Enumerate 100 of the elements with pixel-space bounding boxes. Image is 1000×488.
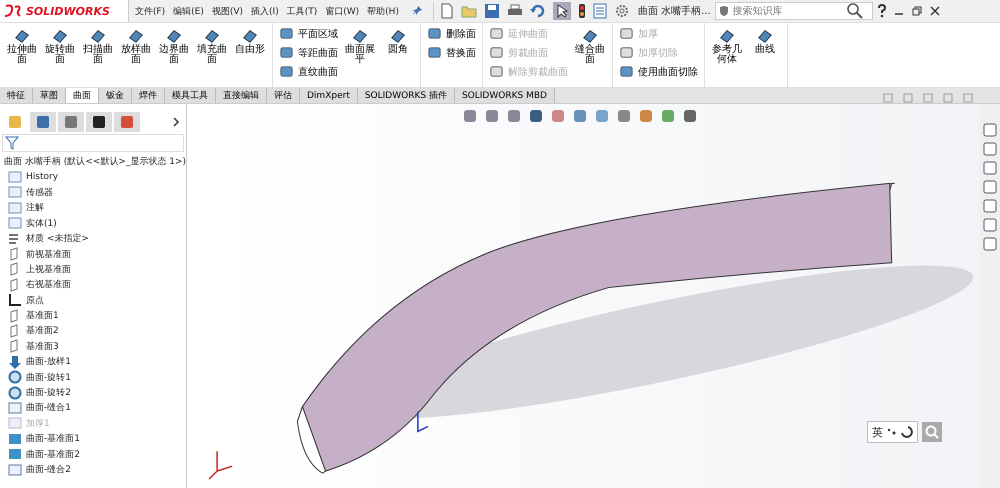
menu-item[interactable]: 插入(I) — [249, 4, 281, 18]
tree-item[interactable]: 曲面-旋转1 — [0, 369, 186, 385]
surface-icon — [350, 27, 370, 45]
undo-icon[interactable] — [530, 3, 546, 19]
tree-item[interactable]: 上视基准面 — [0, 262, 186, 278]
tree-item[interactable]: 曲面 水嘴手柄 (默认<<默认>_显示状态 1>) — [0, 154, 186, 170]
traffic-light-icon[interactable] — [578, 3, 586, 19]
tree-item[interactable]: 曲面-旋转2 — [0, 384, 186, 400]
ribbon-tab[interactable]: 草图 — [33, 88, 66, 103]
ribbon-button[interactable]: 替换面 — [425, 44, 478, 61]
ribbon-button[interactable]: 填充曲面 — [194, 25, 230, 67]
tree-item[interactable]: 前视基准面 — [0, 246, 186, 262]
ribbon-button[interactable]: 扫描曲面 — [80, 25, 116, 67]
tree-item[interactable]: 曲面-放样1 — [0, 354, 186, 370]
select-cursor-icon[interactable] — [552, 2, 571, 20]
origin-icon — [8, 293, 22, 308]
tree-item[interactable]: 曲面-基准面2 — [0, 446, 186, 462]
ribbon-tab[interactable]: 评估 — [267, 88, 300, 103]
menu-item[interactable]: 编辑(E) — [171, 4, 206, 18]
moon-icon[interactable] — [901, 426, 913, 438]
ribbon-button[interactable]: 等距曲面 — [277, 44, 340, 61]
punctuation-icon[interactable] — [886, 427, 898, 437]
ribbon-button[interactable]: 旋转曲面 — [42, 25, 78, 67]
tree-item[interactable]: 实体(1) — [0, 216, 186, 231]
ribbon-button[interactable]: 边界曲面 — [156, 25, 192, 67]
ribbon-button[interactable]: 曲线 — [747, 25, 783, 57]
surface-icon — [164, 27, 184, 45]
surface-icon — [489, 26, 504, 41]
tree-item[interactable]: 右视基准面 — [0, 277, 186, 293]
arrow-down-icon — [8, 354, 22, 369]
menu-item[interactable]: 工具(T) — [284, 4, 320, 18]
ribbon-button[interactable]: 平面区域 — [277, 25, 340, 42]
surface-icon — [388, 27, 408, 45]
filter-field[interactable] — [2, 134, 184, 152]
ribbon-tab[interactable]: SOLIDWORKS 插件 — [358, 88, 455, 103]
ribbon-tab[interactable]: 模具工具 — [165, 88, 216, 103]
planar-surface-icon — [8, 432, 22, 446]
ribbon-button[interactable]: 圆角 — [380, 25, 416, 57]
surface-icon — [619, 26, 634, 41]
tree-item[interactable]: 曲面-基准面1 — [0, 431, 186, 446]
language-indicator[interactable]: 英 — [872, 424, 883, 440]
ribbon-tab[interactable]: DimXpert — [300, 88, 358, 103]
tree-item[interactable]: 传感器 — [0, 184, 186, 200]
tree-item[interactable]: 材质 <未指定> — [0, 230, 186, 246]
surface-icon — [580, 27, 600, 45]
surface-icon — [50, 27, 70, 45]
menu-item[interactable]: 帮助(H) — [365, 4, 401, 18]
menu-item[interactable]: 文件(F) — [132, 4, 168, 18]
tree-item[interactable]: 曲面-缝合1 — [0, 400, 186, 416]
surface-icon — [619, 64, 634, 79]
ribbon-button[interactable]: 参考几何体 — [709, 25, 745, 67]
file-properties-icon[interactable] — [592, 3, 607, 19]
surface-icon — [126, 27, 146, 45]
tree-item[interactable]: 基准面2 — [0, 323, 186, 339]
tree-item[interactable]: 基准面1 — [0, 308, 186, 324]
document-title: 曲面 水嘴手柄... — [638, 4, 711, 18]
tree-item[interactable]: 曲面-缝合2 — [0, 462, 186, 478]
surface-icon — [202, 27, 222, 45]
new-document-icon[interactable] — [440, 3, 454, 19]
filter-icon — [5, 136, 19, 150]
surface-icon — [427, 45, 442, 60]
ribbon-button[interactable]: 曲面展平 — [342, 25, 378, 67]
ribbon-tab[interactable]: 钣金 — [99, 88, 132, 103]
revolve-icon — [8, 370, 22, 384]
input-method-bar[interactable]: 英 — [867, 421, 918, 443]
ribbon-tab[interactable]: 焊件 — [132, 88, 165, 103]
ribbon-button[interactable]: 拉伸曲面 — [4, 25, 40, 67]
surface-icon — [88, 27, 108, 45]
pin-icon[interactable] — [410, 5, 423, 17]
surface-icon — [427, 26, 442, 41]
ribbon-tab[interactable]: 曲面 — [66, 88, 99, 103]
surface-icon — [755, 27, 775, 45]
surface-icon — [489, 45, 504, 60]
ribbon-tab[interactable]: 特征 — [0, 88, 33, 103]
chevron-right-icon[interactable] — [172, 117, 180, 127]
ribbon-tab[interactable]: 直接编辑 — [216, 88, 267, 103]
help-icon[interactable] — [876, 4, 887, 18]
settings-icon[interactable] — [614, 3, 630, 19]
tree-item[interactable]: 基准面3 — [0, 338, 186, 354]
surface-icon — [279, 64, 294, 79]
ribbon-button[interactable]: 删除面 — [425, 25, 478, 42]
planar-surface-icon — [8, 447, 22, 462]
surface-icon — [240, 27, 260, 45]
surface-icon — [619, 45, 634, 60]
save-icon[interactable] — [484, 3, 500, 19]
search-icon[interactable] — [846, 3, 863, 19]
tree-item[interactable]: 原点 — [0, 292, 186, 308]
menu-item[interactable]: 窗口(W) — [323, 4, 362, 18]
ribbon-button[interactable]: 自由形 — [232, 25, 268, 57]
ribbon-button[interactable]: 缝合曲面 — [572, 25, 608, 67]
app-logo: SOLIDWORKS — [0, 0, 129, 22]
tree-item[interactable]: 注解 — [0, 200, 186, 216]
ribbon-tab[interactable]: SOLIDWORKS MBD — [454, 88, 555, 103]
ribbon-button[interactable]: 放样曲面 — [118, 25, 154, 67]
tree-item[interactable]: History — [0, 169, 186, 185]
ribbon-button[interactable]: 直纹曲面 — [277, 63, 340, 80]
ribbon-button[interactable]: 使用曲面切除 — [617, 63, 700, 80]
shield-icon — [718, 5, 729, 17]
revolve-icon — [8, 386, 22, 400]
menu-item[interactable]: 视图(V) — [210, 4, 246, 18]
